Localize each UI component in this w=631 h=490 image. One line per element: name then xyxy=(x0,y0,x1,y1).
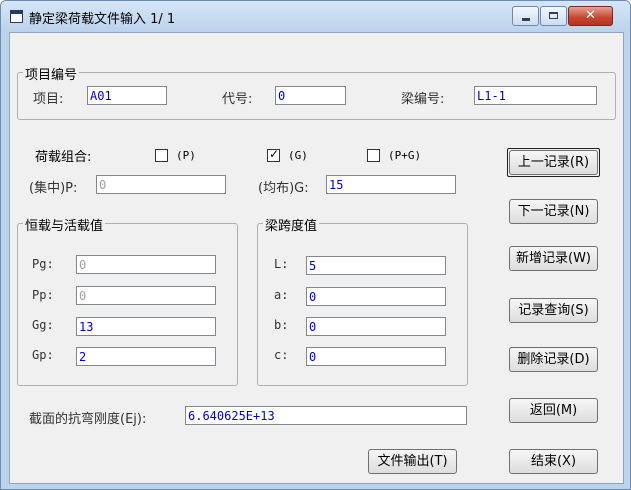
span-c-input[interactable]: 0 xyxy=(306,347,446,366)
code-label: 代号: xyxy=(222,92,253,107)
gp-input[interactable]: 2 xyxy=(76,347,216,366)
dead-live-group-title: 恒载与活载值 xyxy=(23,215,106,234)
add-record-button[interactable]: 新增记录(W) xyxy=(509,246,598,271)
close-icon: ✕ xyxy=(585,8,596,23)
query-record-button[interactable]: 记录查询(S) xyxy=(509,298,598,323)
gg-label: Gg: xyxy=(32,318,54,332)
beam-label: 梁编号: xyxy=(401,92,445,107)
load-combo-label: 荷载组合: xyxy=(35,150,92,165)
span-l-label: L: xyxy=(274,257,289,271)
minimize-button[interactable] xyxy=(512,6,539,26)
span-c-label: c: xyxy=(274,348,289,362)
end-button[interactable]: 结束(X) xyxy=(509,449,598,474)
form-client-area: 项目编号 项目: A01 代号: 0 梁编号: L1-1 荷载组合: (P) ✓… xyxy=(9,32,624,484)
stiffness-input[interactable]: 6.640625E+13 xyxy=(185,406,467,425)
minimize-icon xyxy=(522,18,530,21)
span-a-input[interactable]: 0 xyxy=(306,287,446,306)
pg-input[interactable]: 0 xyxy=(76,255,216,274)
concentrated-label: (集中)P: xyxy=(29,181,78,196)
span-group-title: 梁跨度值 xyxy=(263,215,320,234)
gg-input[interactable]: 13 xyxy=(76,317,216,336)
code-input[interactable]: 0 xyxy=(275,86,346,105)
pp-label: Pp: xyxy=(32,288,54,302)
stiffness-label: 截面的抗弯刚度(Ej): xyxy=(29,412,147,427)
maximize-icon xyxy=(549,12,558,19)
checkbox-pg[interactable] xyxy=(367,149,380,162)
checkbox-p-label: (P) xyxy=(176,149,196,162)
pg-label: Pg: xyxy=(32,257,54,271)
checkbox-pg-label: (P+G) xyxy=(388,149,422,162)
delete-record-button[interactable]: 删除记录(D) xyxy=(509,347,598,372)
span-a-label: a: xyxy=(274,288,289,302)
project-group-title: 项目编号 xyxy=(23,64,80,83)
span-l-input[interactable]: 5 xyxy=(306,256,446,275)
window-title: 静定梁荷载文件输入 1/ 1 xyxy=(29,12,176,27)
app-icon xyxy=(10,10,23,23)
check-mark-icon: ✓ xyxy=(269,147,280,161)
concentrated-input[interactable]: 0 xyxy=(96,175,226,194)
next-record-button[interactable]: 下一记录(N) xyxy=(509,199,598,224)
close-button[interactable]: ✕ xyxy=(568,6,613,26)
distributed-label: (均布)G: xyxy=(258,181,309,196)
span-b-input[interactable]: 0 xyxy=(306,317,446,336)
prev-record-button[interactable]: 上一记录(R) xyxy=(509,150,598,175)
gp-label: Gp: xyxy=(32,348,54,362)
span-b-label: b: xyxy=(274,318,289,332)
maximize-button[interactable] xyxy=(540,6,567,26)
checkbox-g[interactable]: ✓ xyxy=(267,147,280,162)
export-file-button[interactable]: 文件输出(T) xyxy=(368,449,457,474)
project-input[interactable]: A01 xyxy=(87,86,167,105)
title-bar: 静定梁荷载文件输入 1/ 1 ✕ xyxy=(1,1,630,31)
distributed-input[interactable]: 15 xyxy=(326,175,456,194)
checkbox-g-label: (G) xyxy=(288,149,308,162)
beam-input[interactable]: L1-1 xyxy=(474,86,597,105)
project-label: 项目: xyxy=(33,92,64,107)
back-button[interactable]: 返回(M) xyxy=(509,398,598,423)
application-window: 静定梁荷载文件输入 1/ 1 ✕ 项目编号 项目: A01 代号: 0 梁编号:… xyxy=(0,0,631,490)
pp-input[interactable]: 0 xyxy=(76,286,216,305)
checkbox-p[interactable] xyxy=(155,149,168,162)
